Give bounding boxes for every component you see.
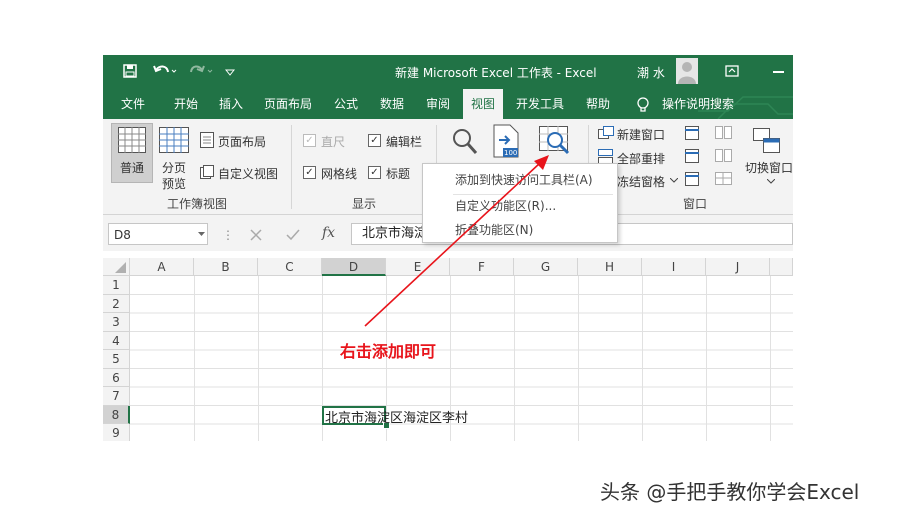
- watermark: 头条 @手把手教你学会Excel: [600, 480, 860, 504]
- annotation-arrow: [364, 155, 549, 327]
- annotation-label: 右击添加即可: [340, 342, 437, 361]
